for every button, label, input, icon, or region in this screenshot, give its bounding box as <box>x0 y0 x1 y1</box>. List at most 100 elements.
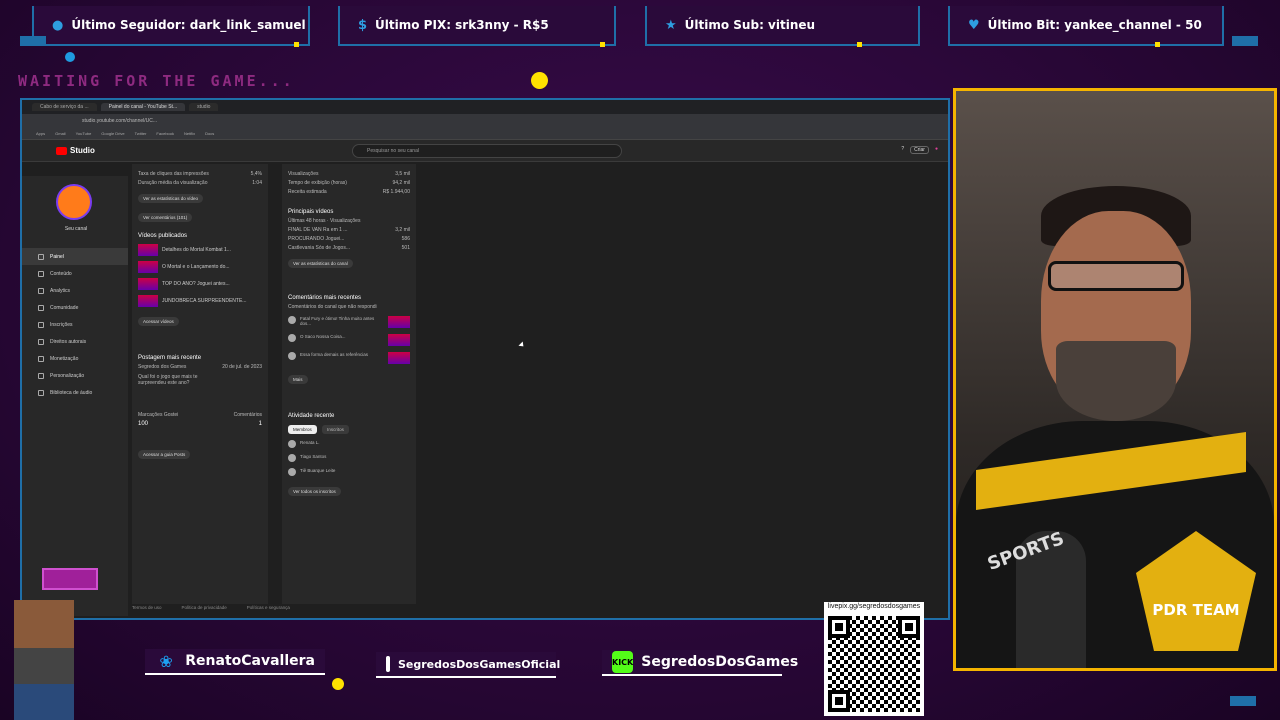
video-row[interactable]: O Mortal e o Lançamento do... <box>138 261 262 273</box>
social-instagram: SegredosDosGamesOficial <box>376 652 560 678</box>
frame-corner <box>1230 696 1256 706</box>
studio-header: Studio Pesquisar no seu canal ? Criar ● <box>22 140 948 162</box>
social-twitter: ❀ RenatoCavallera <box>145 649 325 675</box>
nav-conteudo[interactable]: Conteúdo <box>22 265 128 282</box>
comment-item[interactable]: Fatal Fury e ótimo! Tinha muito antes do… <box>288 316 410 328</box>
livepix-qr-code: livepix.gg/segredosdosgames <box>824 602 924 716</box>
nav-inscricoes[interactable]: Inscrições <box>22 316 128 333</box>
twitter-handle: RenatoCavallera <box>185 653 315 669</box>
nav-audio[interactable]: Biblioteca de áudio <box>22 384 128 401</box>
activity-item[interactable]: Tiê Buarque Leite <box>288 468 410 476</box>
dollar-icon: $ <box>358 17 368 33</box>
published-videos-title: Vídeos publicados <box>138 233 188 239</box>
brush-icon <box>38 372 44 379</box>
browser-tab[interactable]: studio <box>189 103 219 111</box>
instagram-handle: SegredosDosGamesOficial <box>398 657 561 671</box>
alert-follower: ● Último Seguidor: dark_link_samuel <box>32 6 310 47</box>
activity-item[interactable]: Renata L. <box>288 440 410 448</box>
nav-analytics[interactable]: Analytics <box>22 282 128 299</box>
waiting-text: WAITING FOR THE GAME... <box>18 72 295 90</box>
activity-item[interactable]: Tiago Santos <box>288 454 410 462</box>
frame-corner <box>1232 36 1258 46</box>
footer-link[interactable]: Políticas e segurança <box>247 605 290 610</box>
alert-bit-text: Último Bit: yankee_channel - 50 <box>987 18 1202 32</box>
instagram-icon <box>386 656 390 672</box>
alert-pix: $ Último PIX: srk3nny - R$5 <box>338 6 616 47</box>
all-videos-button[interactable]: Acessar vídeos <box>138 317 179 326</box>
heart-icon: ♥ <box>968 17 980 33</box>
bookmark[interactable]: Netflix <box>184 131 195 136</box>
game-screen-capture: Cabo de serviço da ... Painel do canal -… <box>20 98 950 620</box>
create-button[interactable]: Criar <box>910 146 929 154</box>
video-row[interactable]: TOP DO ANO? Joguei antes... <box>138 278 262 290</box>
channel-avatar[interactable] <box>56 184 92 220</box>
community-icon <box>38 304 44 311</box>
kick-handle: SegredosDosGames <box>641 654 799 670</box>
channel-stats-button[interactable]: Ver as estatísticas do canal <box>288 259 353 268</box>
dashboard-column-2: Visualizações 3,5 mil Tempo de exibição (… <box>282 164 416 604</box>
bookmark[interactable]: Google Drive <box>101 131 124 136</box>
top-videos-title: Principais vídeos <box>288 209 334 215</box>
bookmark[interactable]: Docs <box>205 131 214 136</box>
studio-footer: Termos de uso Política de privacidade Po… <box>132 605 290 610</box>
browser-tab[interactable]: Painel do canal - YouTube St... <box>100 103 186 111</box>
webcam-feed: SPORTS PDR TEAM <box>953 88 1277 671</box>
alert-sub: ★ Último Sub: vitineu <box>645 6 920 47</box>
nav-comunidade[interactable]: Comunidade <box>22 299 128 316</box>
footer-link[interactable]: Termos de uso <box>132 605 162 610</box>
money-icon <box>38 355 44 362</box>
dashboard-icon <box>38 253 44 260</box>
youtube-play-icon <box>56 146 67 155</box>
latest-post-title: Postagem mais recente <box>138 355 202 361</box>
help-icon[interactable]: ? <box>901 146 904 154</box>
twitter-icon: ❀ <box>159 651 173 671</box>
decor-dot <box>65 52 75 62</box>
browser-tabs: Cabo de serviço da ... Painel do canal -… <box>22 100 948 114</box>
studio-search-input[interactable]: Pesquisar no seu canal <box>352 144 622 158</box>
subscriptions-icon <box>38 321 44 328</box>
comment-item[interactable]: Essa forma demais as referências <box>288 352 410 364</box>
browser-url-bar[interactable]: studio.youtube.com/channel/UC... <box>22 114 948 128</box>
nav-monetizacao[interactable]: Monetização <box>22 350 128 367</box>
nav-direitos[interactable]: Direitos autorais <box>22 333 128 350</box>
subscribers-chip[interactable]: Inscritos <box>322 425 349 434</box>
browser-tab[interactable]: Cabo de serviço da ... <box>32 103 97 111</box>
nav-personalizacao[interactable]: Personalização <box>22 367 128 384</box>
recent-activity-title: Atividade recente <box>288 413 335 419</box>
video-stats-button[interactable]: Ver as estatísticas do vídeo <box>138 194 204 203</box>
decor-dot <box>332 678 344 690</box>
studio-logo[interactable]: Studio <box>56 146 95 155</box>
star-icon: ★ <box>665 17 677 33</box>
video-row[interactable]: JUNDOBRECA SURPREENDENTE... <box>138 295 262 307</box>
footer-link[interactable]: Política de privacidade <box>182 605 227 610</box>
video-row[interactable]: Detalhes do Mortal Kombat 1... <box>138 244 262 256</box>
audio-icon <box>38 389 44 396</box>
bookmark[interactable]: YouTube <box>76 131 92 136</box>
alert-bit: ♥ Último Bit: yankee_channel - 50 <box>948 6 1224 47</box>
bookmark[interactable]: Twitter <box>135 131 147 136</box>
copyright-icon <box>38 338 44 345</box>
content-icon <box>38 270 44 277</box>
pixel-character-sprite <box>4 568 98 720</box>
alert-follower-text: Último Seguidor: dark_link_samuel <box>71 18 306 32</box>
bookmark[interactable]: Gmail <box>55 131 65 136</box>
bookmark[interactable]: Facebook <box>156 131 174 136</box>
posts-tab-button[interactable]: Acessar a guia Posts <box>138 450 191 459</box>
team-logo-text: PDR TEAM <box>1152 601 1240 619</box>
all-subscribers-button[interactable]: Ver todos os inscritos <box>288 487 341 496</box>
more-comments-button[interactable]: Mais <box>288 375 308 384</box>
studio-sidebar: Seu canal Painel Conteúdo Analytics Comu… <box>22 176 128 616</box>
alert-sub-text: Último Sub: vitineu <box>684 18 816 32</box>
comment-item[interactable]: O Saco Nossa Coisa... <box>288 334 410 346</box>
comments-button[interactable]: Ver comentários (101) <box>138 213 193 222</box>
user-icon: ● <box>52 17 64 33</box>
bookmark[interactable]: Apps <box>36 131 45 136</box>
comments-title: Comentários mais recentes <box>288 295 362 301</box>
nav-painel[interactable]: Painel <box>22 248 128 265</box>
social-kick: KICK SegredosDosGames <box>602 650 798 676</box>
members-chip[interactable]: Membros <box>288 425 317 434</box>
account-avatar-icon[interactable]: ● <box>935 146 938 154</box>
mouse-cursor-icon <box>518 341 526 349</box>
frame-corner <box>20 36 46 46</box>
bookmarks-bar: Apps Gmail YouTube Google Drive Twitter … <box>22 128 948 140</box>
